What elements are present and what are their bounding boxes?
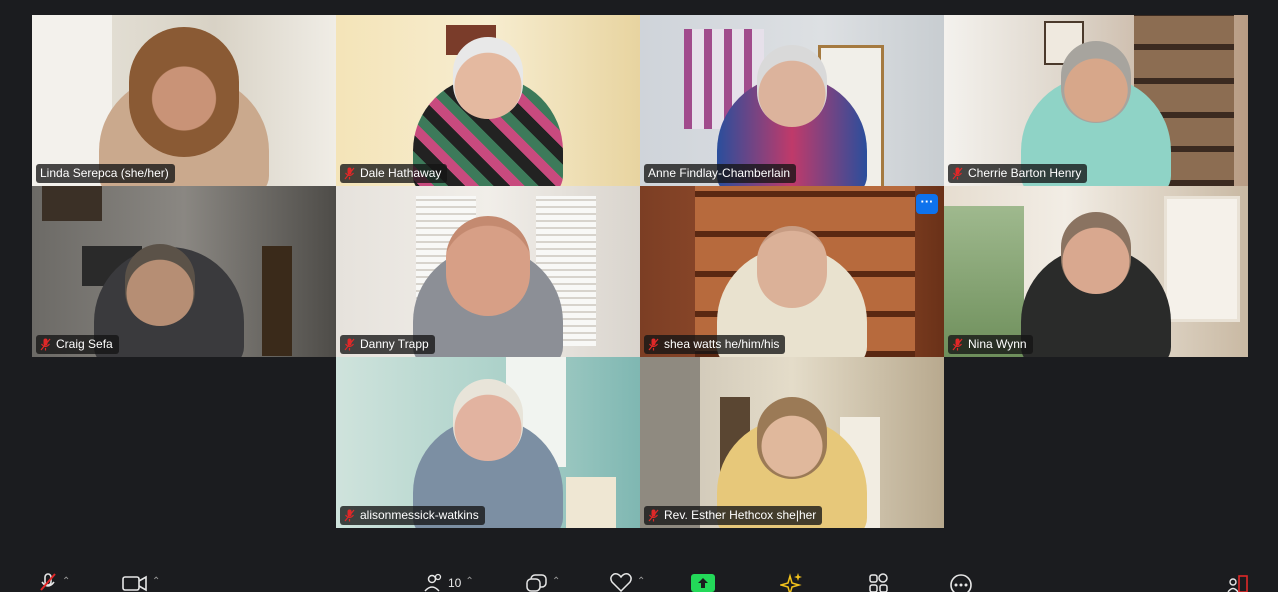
microphone-muted-icon xyxy=(952,167,963,180)
participant-name: Dale Hathaway xyxy=(360,166,442,180)
microphone-muted-icon xyxy=(344,338,355,351)
participants-button[interactable]: 10 ⌃ xyxy=(424,572,474,592)
video-tile-esther[interactable]: Rev. Esther Hethcox she|her xyxy=(640,357,944,528)
participants-count: 10 xyxy=(448,576,462,590)
participant-name: Cherrie Barton Henry xyxy=(968,166,1082,180)
participant-name-label: Danny Trapp xyxy=(340,335,435,354)
video-tile-dale[interactable]: Dale Hathaway xyxy=(336,15,640,186)
chevron-up-icon[interactable]: ⌃ xyxy=(152,576,160,587)
participant-name-label: Cherrie Barton Henry xyxy=(948,164,1088,183)
microphone-muted-icon xyxy=(40,338,51,351)
participant-name: shea watts he/him/his xyxy=(664,337,780,351)
participants-icon xyxy=(424,573,442,592)
meeting-toolbar: ⌃ ⌃ 10 ⌃ ⌃ ⌃ xyxy=(0,566,1278,592)
reactions-icon xyxy=(610,573,632,592)
chat-button[interactable]: ⌃ xyxy=(526,572,560,592)
participant-name: Anne Findlay-Chamberlain xyxy=(648,166,791,180)
leave-icon xyxy=(1227,575,1248,592)
microphone-muted-icon xyxy=(40,573,56,591)
more-options-button[interactable]: ··· xyxy=(916,194,938,214)
participant-name-label: shea watts he/him/his xyxy=(644,335,786,354)
participant-name: alisonmessick-watkins xyxy=(360,508,479,522)
mute-button[interactable]: ⌃ xyxy=(38,572,70,592)
microphone-muted-icon xyxy=(952,338,963,351)
apps-icon xyxy=(869,573,888,592)
video-tile-danny[interactable]: Danny Trapp xyxy=(336,186,640,357)
participant-name: Craig Sefa xyxy=(56,337,113,351)
video-tile-cherrie[interactable]: Cherrie Barton Henry xyxy=(944,15,1248,186)
chat-icon xyxy=(526,574,547,592)
video-tile-alison[interactable]: alisonmessick-watkins xyxy=(336,357,640,528)
chevron-up-icon[interactable]: ⌃ xyxy=(62,576,70,587)
chevron-up-icon[interactable]: ⌃ xyxy=(637,576,645,587)
microphone-muted-icon xyxy=(344,509,355,522)
participant-name-label: Anne Findlay-Chamberlain xyxy=(644,164,797,183)
leave-button[interactable] xyxy=(1226,572,1250,592)
participant-name: Danny Trapp xyxy=(360,337,429,351)
chevron-up-icon[interactable]: ⌃ xyxy=(465,576,473,587)
participant-name-label: Nina Wynn xyxy=(948,335,1033,354)
more-button[interactable] xyxy=(949,572,973,592)
video-tile-craig[interactable]: Craig Sefa xyxy=(32,186,336,357)
participant-name-label: Dale Hathaway xyxy=(340,164,448,183)
chevron-up-icon[interactable]: ⌃ xyxy=(552,576,560,587)
microphone-muted-icon xyxy=(344,167,355,180)
video-tile-linda[interactable]: Linda Serepca (she/her) xyxy=(32,15,336,186)
video-tile-anne[interactable]: Anne Findlay-Chamberlain xyxy=(640,15,944,186)
participant-name: Rev. Esther Hethcox she|her xyxy=(664,508,817,522)
participant-name-label: Craig Sefa xyxy=(36,335,119,354)
reactions-button[interactable]: ⌃ xyxy=(609,572,645,592)
more-icon xyxy=(950,574,972,592)
participant-name: Linda Serepca (she/her) xyxy=(40,166,169,180)
video-camera-icon xyxy=(122,575,147,592)
share-screen-button[interactable] xyxy=(691,572,715,592)
participant-name: Nina Wynn xyxy=(968,337,1027,351)
ai-companion-button[interactable] xyxy=(780,572,804,592)
video-tile-shea[interactable]: ··· shea watts he/him/his xyxy=(640,186,944,357)
apps-button[interactable] xyxy=(868,572,890,592)
video-button[interactable]: ⌃ xyxy=(122,572,160,592)
microphone-muted-icon xyxy=(648,509,659,522)
share-screen-icon xyxy=(691,574,715,592)
participant-name-label: Rev. Esther Hethcox she|her xyxy=(644,506,823,525)
video-tile-nina[interactable]: Nina Wynn xyxy=(944,186,1248,357)
ai-companion-icon xyxy=(780,573,802,592)
participant-name-label: Linda Serepca (she/her) xyxy=(36,164,175,183)
microphone-muted-icon xyxy=(648,338,659,351)
participant-name-label: alisonmessick-watkins xyxy=(340,506,485,525)
